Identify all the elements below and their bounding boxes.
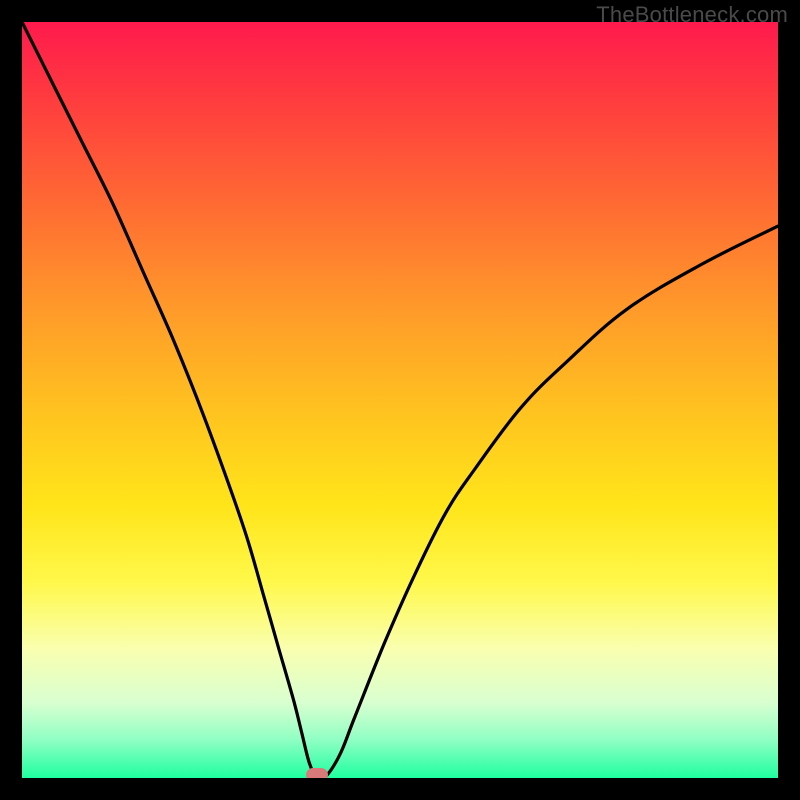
bottleneck-curve: [22, 22, 778, 778]
curve-path: [22, 22, 778, 778]
plot-area: [22, 22, 778, 778]
minimum-marker: [306, 768, 328, 778]
chart-frame: TheBottleneck.com: [0, 0, 800, 800]
